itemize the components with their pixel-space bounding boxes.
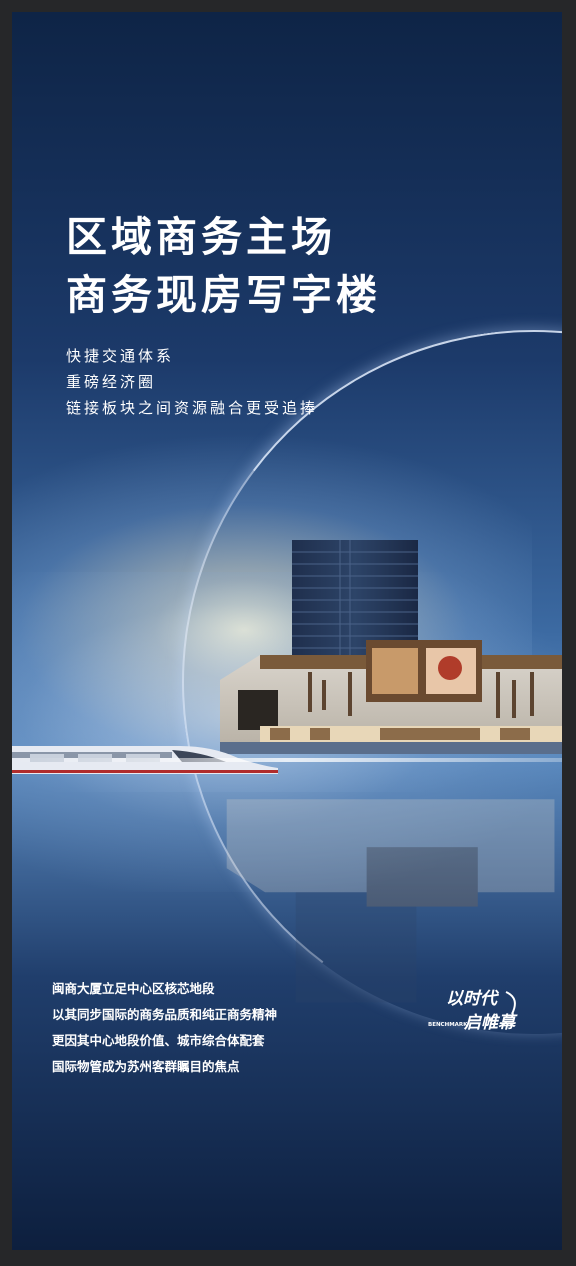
poster: 区域商务主场 商务现房写字楼 快捷交通体系 重磅经济圈 链接板块之间资源融合更受… [12, 12, 562, 1250]
logo-line-1: 以时代 [446, 989, 497, 1009]
headline: 区域商务主场 商务现房写字楼 [66, 208, 381, 324]
body-line-1: 闽商大厦立足中心区核芯地段 [52, 981, 215, 996]
high-speed-train [12, 746, 278, 774]
body-line-3: 更因其中心地段价值、城市综合体配套 [52, 1033, 265, 1048]
waterline [12, 758, 562, 762]
slogan-logo: 以时代 BENCHMARK 启帷幕 [428, 984, 528, 1054]
headline-line-1: 区域商务主场 [66, 213, 336, 261]
logo-line-2: 启帷幕 [464, 1013, 515, 1033]
subheading-2: 重磅经济圈 [66, 373, 157, 391]
body-line-4: 国际物管成为苏州客群瞩目的焦点 [52, 1059, 240, 1074]
subheading-3: 链接板块之间资源融合更受追捧 [66, 399, 319, 417]
subheading-1: 快捷交通体系 [66, 347, 175, 365]
headline-line-2: 商务现房写字楼 [66, 271, 381, 319]
body-line-2: 以其同步国际的商务品质和纯正商务精神 [52, 1007, 278, 1022]
subheadings: 快捷交通体系 重磅经济圈 链接板块之间资源融合更受追捧 [66, 343, 318, 421]
body-copy: 闽商大厦立足中心区核芯地段 以其同步国际的商务品质和纯正商务精神 更因其中心地段… [52, 976, 277, 1080]
logo-sub: BENCHMARK [428, 1022, 468, 1028]
